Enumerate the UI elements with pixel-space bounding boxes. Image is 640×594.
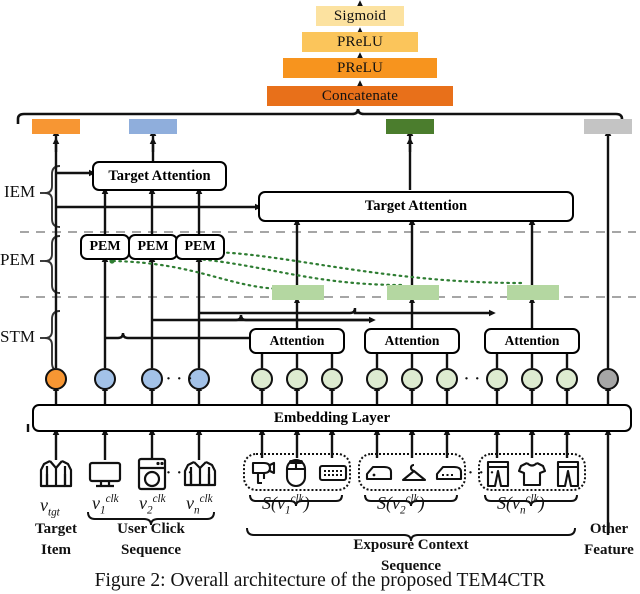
caption-target-item: Target Item [35,521,77,558]
symbol-click-1: v1clk [92,493,119,517]
pem-block-2[interactable]: PEM [128,234,178,260]
other-feature-circle [597,368,619,390]
exposure-circle-2-3 [436,368,458,390]
module-label-stm: STM [0,327,35,346]
target-item-representation-bar [32,119,80,134]
module-label-iem: IEM [4,182,36,201]
caption-user-click-sequence: User Click Sequence [117,521,185,558]
prelu-bottom-label: PReLU [337,59,383,76]
click-item-circle-1 [94,368,116,390]
target-attention-left[interactable]: Target Attention [92,161,227,191]
caption-other-feature: Other Feature [584,521,634,558]
exposure-circle-1-2 [286,368,308,390]
pants-icon [486,460,510,488]
pants-icon-2 [556,460,580,488]
prelu-layer-bottom: PReLU [283,58,437,78]
exposure-context-representation-bar [386,119,434,134]
exposure-circle-3-3 [556,368,578,390]
exposure-circle-1-3 [321,368,343,390]
jacket-icon [39,460,73,488]
exposure-summary-bar-3 [507,285,559,300]
concatenate-label: Concatenate [321,87,399,104]
target-item-circle [45,368,67,390]
hairdryer-icon [251,461,276,485]
symbol-target-item: vtgt [40,495,60,519]
click-item-circle-2 [141,368,163,390]
architecture-figure: Sigmoid PReLU PReLU Concatenate IEM PEM … [0,0,640,594]
sigmoid-label: Sigmoid [333,7,387,24]
attention-block-2[interactable]: Attention [364,328,460,354]
other-feature-representation-bar [584,119,632,134]
iron-icon [365,465,393,481]
hanger-icon [401,463,427,482]
sigmoid-layer: Sigmoid [316,6,404,26]
prelu-top-label: PReLU [337,33,383,50]
symbol-exposure-2: S(v2clk) [377,493,425,517]
figure-caption: Figure 2: Overall architecture of the pr… [94,570,546,591]
click-sequence-representation-bar [129,119,177,134]
exposure-circle-1-1 [251,368,273,390]
exposure-summary-bar-1 [272,285,324,300]
tshirt-icon-2 [517,462,547,487]
target-attention-right[interactable]: Target Attention [258,191,574,222]
click-sequence-ellipsis: · · · [166,371,194,387]
exposure-summary-bar-2 [387,285,439,300]
concatenate-layer: Concatenate [267,86,453,106]
keyboard-icon [318,464,348,482]
washing-machine-icon [137,457,167,491]
pem-block-1[interactable]: PEM [80,234,130,260]
mouse-icon [285,458,307,488]
module-label-pem: PEM [0,250,35,269]
exposure-circle-3-2 [521,368,543,390]
pem-block-3[interactable]: PEM [175,234,225,260]
attention-block-3[interactable]: Attention [484,328,580,354]
symbol-exposure-1: S(v1clk) [262,493,310,517]
symbol-click-2: v2clk [139,493,166,517]
symbol-click-n: vnclk [186,493,213,517]
tshirt-icon [183,461,217,487]
iron-icon-2 [435,465,463,481]
symbol-exposure-n: S(vnclk) [497,493,545,517]
exposure-circle-2-1 [366,368,388,390]
embedding-layer[interactable]: Embedding Layer [32,404,632,432]
exposure-circle-2-2 [401,368,423,390]
exposure-circle-3-1 [486,368,508,390]
monitor-icon [88,461,122,488]
prelu-layer-top: PReLU [302,32,418,52]
attention-block-1[interactable]: Attention [249,328,345,354]
